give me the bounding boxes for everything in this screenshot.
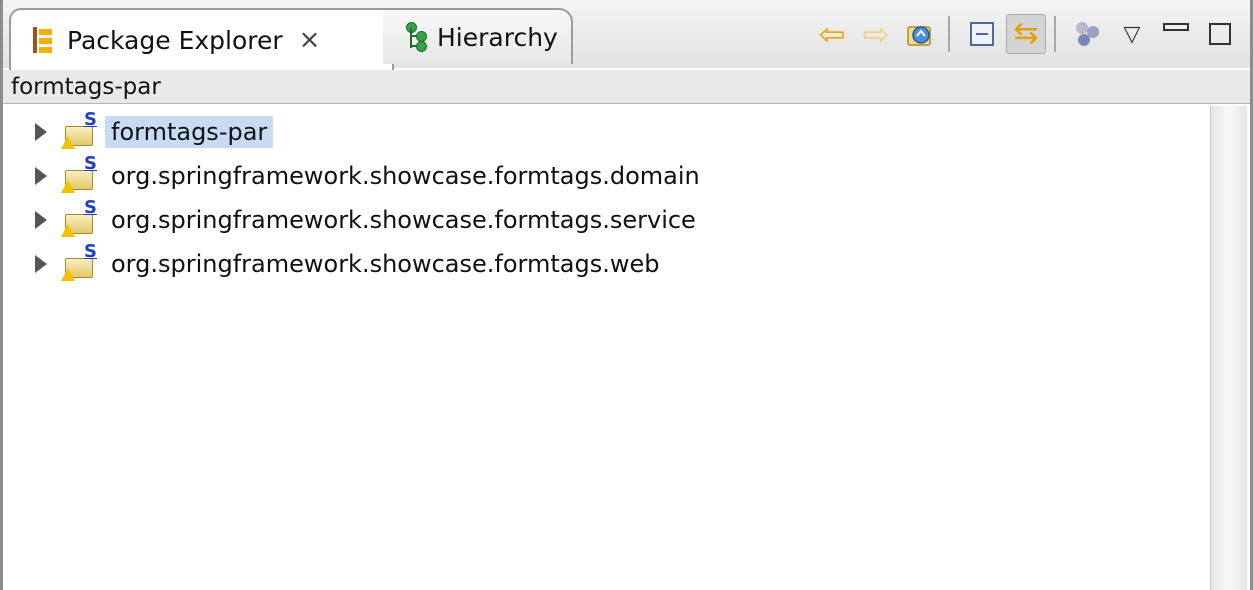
view-menu-button[interactable]: ▽	[1112, 14, 1152, 54]
up-icon	[907, 26, 931, 46]
vertical-scrollbar[interactable]	[1210, 106, 1247, 590]
project-warning-icon: S	[61, 153, 97, 193]
minimize-icon	[1163, 23, 1189, 31]
back-button[interactable]: ⇦	[812, 14, 852, 54]
breadcrumb: formtags-par	[3, 70, 1250, 104]
project-warning-icon: S	[61, 109, 97, 149]
package-explorer-view: Package Explorer ⨯ Hierarchy ⇦ ⇨ ⇆ ▽ for…	[0, 0, 1253, 590]
expand-icon[interactable]	[35, 167, 47, 185]
tree-item-label: org.springframework.showcase.formtags.se…	[111, 206, 696, 234]
back-icon: ⇦	[818, 15, 846, 53]
tab-package-explorer-label: Package Explorer	[67, 25, 283, 55]
tree-item-label: org.springframework.showcase.formtags.do…	[111, 162, 700, 190]
collapse-all-icon	[970, 22, 994, 46]
tab-package-explorer[interactable]: Package Explorer ⨯	[9, 8, 394, 70]
project-warning-icon: S	[61, 241, 97, 281]
project-warning-icon: S	[61, 197, 97, 237]
tree-item-label: formtags-par	[105, 116, 274, 148]
filter-icon	[1074, 20, 1102, 48]
collapse-all-button[interactable]	[962, 14, 1002, 54]
view-toolbar: ⇦ ⇨ ⇆ ▽	[808, 12, 1240, 56]
tree-item-label: org.springframework.showcase.formtags.we…	[111, 250, 660, 278]
tab-hierarchy-label: Hierarchy	[437, 22, 558, 52]
tree-item[interactable]: S formtags-par	[3, 109, 274, 154]
project-tree: S formtags-par S org.springframework.sho…	[3, 106, 1208, 590]
minimize-button[interactable]	[1156, 14, 1196, 54]
tree-item[interactable]: S org.springframework.showcase.formtags.…	[3, 153, 706, 198]
tab-hierarchy[interactable]: Hierarchy	[383, 8, 573, 64]
tree-item[interactable]: S org.springframework.showcase.formtags.…	[3, 197, 702, 242]
expand-icon[interactable]	[35, 211, 47, 229]
expand-icon[interactable]	[35, 255, 47, 273]
maximize-button[interactable]	[1200, 14, 1240, 54]
maximize-icon	[1209, 23, 1231, 45]
forward-button[interactable]: ⇨	[856, 14, 896, 54]
view-menu-icon: ▽	[1123, 21, 1141, 47]
link-with-editor-button[interactable]: ⇆	[1006, 14, 1046, 54]
forward-icon: ⇨	[862, 15, 890, 53]
close-icon[interactable]: ⨯	[299, 27, 321, 53]
link-with-editor-icon: ⇆	[1013, 16, 1039, 51]
up-button[interactable]	[900, 14, 940, 54]
toolbar-separator	[1054, 16, 1056, 52]
tab-bar: Package Explorer ⨯ Hierarchy ⇦ ⇨ ⇆ ▽	[3, 0, 1250, 70]
package-explorer-icon	[29, 25, 55, 55]
expand-icon[interactable]	[35, 123, 47, 141]
tree-item[interactable]: S org.springframework.showcase.formtags.…	[3, 241, 665, 286]
toolbar-separator	[948, 16, 950, 52]
hierarchy-icon	[405, 22, 427, 52]
filter-button[interactable]	[1068, 14, 1108, 54]
